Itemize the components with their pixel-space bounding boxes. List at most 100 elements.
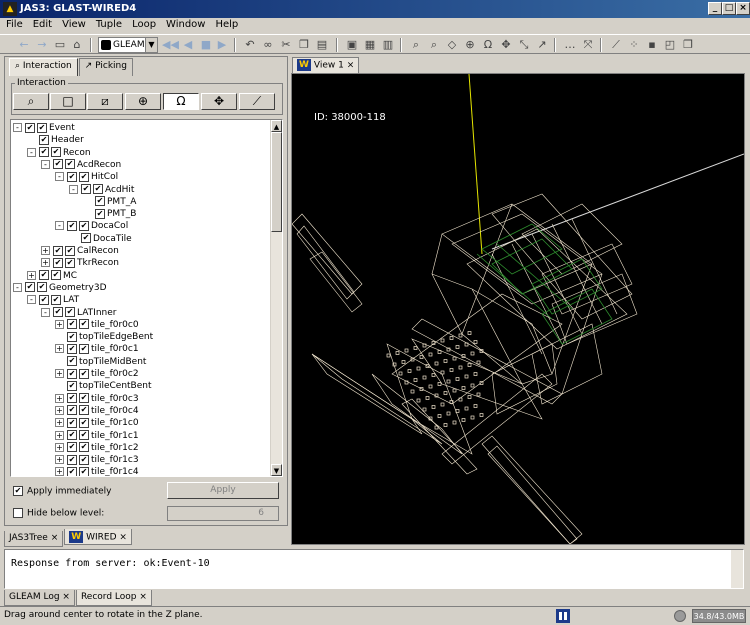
play-icon[interactable]: ▶ (214, 37, 230, 53)
expand-icon[interactable]: + (55, 319, 64, 329)
tree-row[interactable]: + ✔ ✔ tile_f0r0c3 (55, 393, 139, 405)
tree-row[interactable]: + ✔ ✔ tile_f0r1c0 (55, 417, 139, 429)
visibility-checkbox[interactable]: ✔ (67, 171, 77, 182)
tree-row[interactable]: + ✔ ✔ tile_f0r1c4 (55, 466, 139, 476)
tree-checkbox[interactable]: ✔ (79, 454, 89, 465)
tab-interaction[interactable]: ⌕ Interaction (9, 58, 78, 76)
close-button[interactable]: × (736, 2, 750, 15)
visibility-checkbox[interactable]: ✔ (25, 122, 35, 133)
collapse-icon[interactable]: - (69, 184, 78, 194)
box-select-icon[interactable]: □ (50, 93, 86, 110)
minimize-button[interactable]: _ (708, 2, 722, 15)
save-icon[interactable]: ▣ (344, 37, 360, 53)
print-icon[interactable]: ▥ (380, 37, 396, 53)
maximize-button[interactable]: □ (722, 2, 736, 15)
menu-tuple[interactable]: Tuple (90, 18, 126, 30)
tree-row[interactable]: - ✔ ✔ AcdRecon (41, 159, 121, 171)
forward-icon[interactable]: → (34, 37, 50, 53)
tree-row[interactable]: + ✔ ✔ tile_f0r0c2 (55, 368, 139, 380)
stop-icon[interactable]: ■ (198, 37, 214, 53)
tree-checkbox[interactable]: ✔ (65, 245, 75, 256)
tree-row[interactable]: ✔ PMT_B (95, 208, 136, 220)
expand-icon[interactable]: + (27, 270, 36, 280)
tree-checkbox[interactable]: ✔ (65, 307, 75, 317)
tree-checkbox[interactable]: ✔ (37, 122, 47, 133)
scroll-thumb[interactable] (271, 132, 282, 232)
rewind-icon[interactable]: ◀◀ (162, 37, 179, 53)
collapse-icon[interactable]: - (41, 307, 50, 317)
visibility-checkbox[interactable]: ✔ (67, 454, 77, 465)
expand-icon[interactable]: + (55, 405, 64, 415)
tree-checkbox[interactable]: ✔ (51, 270, 61, 281)
collapse-icon[interactable]: - (55, 172, 64, 182)
cut-icon[interactable]: ✂ (278, 37, 294, 53)
home-icon[interactable]: ⌂ (69, 37, 85, 53)
menu-window[interactable]: Window (160, 18, 209, 30)
tree-row[interactable]: ✔ topTileMidBent (67, 356, 146, 368)
tree-row[interactable]: + ✔ ✔ tile_f0r1c3 (55, 454, 139, 466)
tree-checkbox[interactable]: ✔ (65, 159, 75, 170)
tree-row[interactable]: ✔ topTileCentBent (67, 380, 152, 392)
checkbox-box[interactable]: ✔ (13, 486, 23, 496)
globe-rotate-icon[interactable]: ⊕ (125, 93, 161, 110)
chevron-down-icon[interactable]: ▼ (145, 38, 157, 52)
translate-icon[interactable]: ✥ (498, 37, 514, 53)
scroll-down-icon[interactable]: ▼ (271, 464, 282, 476)
tree-checkbox[interactable]: ✔ (67, 380, 77, 391)
tab-wired[interactable]: W WIRED × (64, 529, 132, 545)
hide-below-spinner[interactable]: 6 (167, 506, 279, 521)
tree-row[interactable]: + ✔ ✔ tile_f0r0c0 (55, 319, 139, 331)
tree-checkbox[interactable]: ✔ (79, 171, 89, 182)
visibility-checkbox[interactable]: ✔ (67, 405, 77, 416)
visibility-checkbox[interactable]: ✔ (53, 245, 63, 256)
paste-icon[interactable]: ▤ (314, 37, 330, 53)
visibility-checkbox[interactable]: ✔ (53, 257, 63, 268)
menu-file[interactable]: File (0, 18, 27, 30)
tree-row[interactable]: ✔ topTileEdgeBent (67, 331, 153, 343)
collapse-icon[interactable]: - (13, 123, 22, 132)
tab-record-loop[interactable]: Record Loop × (75, 590, 152, 606)
pick-icon[interactable]: ↗ (534, 37, 550, 53)
visibility-checkbox[interactable]: ✔ (67, 393, 77, 404)
rotate-z-icon[interactable]: Ω (163, 93, 199, 110)
tree-checkbox[interactable]: ✔ (37, 282, 47, 293)
expand-icon[interactable]: + (55, 455, 64, 465)
expand-icon[interactable]: + (55, 467, 64, 476)
visibility-checkbox[interactable]: ✔ (67, 343, 77, 354)
tree-row[interactable]: + ✔ ✔ tile_f0r1c1 (55, 430, 139, 442)
tree-row[interactable]: - ✔ ✔ HitCol (55, 171, 118, 183)
save-all-icon[interactable]: ▦ (362, 37, 378, 53)
rotate-icon[interactable]: ⊕ (462, 37, 478, 53)
expand-icon[interactable]: + (41, 246, 50, 255)
hide-below-checkbox[interactable]: Hide below level: (13, 508, 104, 519)
menu-help[interactable]: Help (209, 18, 242, 30)
tree-checkbox[interactable]: ✔ (39, 134, 49, 145)
expand-icon[interactable]: + (55, 418, 64, 428)
tree-checkbox[interactable]: ✔ (79, 466, 89, 476)
tree-checkbox[interactable]: ✔ (93, 184, 103, 194)
tree-checkbox[interactable]: ✔ (95, 196, 105, 207)
garbage-collect-icon[interactable] (674, 610, 686, 622)
pause-icon[interactable] (556, 609, 570, 623)
expand-icon[interactable]: + (55, 393, 64, 403)
visibility-checkbox[interactable]: ✔ (67, 466, 77, 476)
tree-row[interactable]: - ✔ ✔ DocaCol (55, 220, 128, 232)
fit-icon[interactable]: ⤧ (580, 37, 596, 53)
tree-checkbox[interactable]: ✔ (79, 417, 89, 428)
link-icon[interactable]: ∞ (260, 37, 276, 53)
program-combo[interactable]: GLEAM ▼ (98, 37, 158, 53)
tree-row[interactable]: ✔ PMT_A (95, 196, 136, 208)
collapse-icon[interactable]: - (27, 295, 36, 305)
visibility-checkbox[interactable]: ✔ (39, 294, 49, 305)
expand-icon[interactable]: + (55, 369, 64, 378)
visibility-checkbox[interactable]: ✔ (67, 430, 77, 440)
tree-row[interactable]: + ✔ ✔ TkrRecon (41, 257, 119, 269)
detector-wireframe[interactable] (292, 74, 744, 544)
expand-icon[interactable]: + (55, 442, 64, 452)
tree-checkbox[interactable]: ✔ (67, 356, 77, 367)
log-scrollbar[interactable] (731, 550, 743, 588)
scroll-up-icon[interactable]: ▲ (271, 120, 282, 132)
pan-diagonal-icon[interactable]: ⧄ (87, 93, 123, 110)
expand-icon[interactable]: + (55, 344, 64, 354)
tree-row[interactable]: + ✔ ✔ CalRecon (41, 245, 119, 257)
